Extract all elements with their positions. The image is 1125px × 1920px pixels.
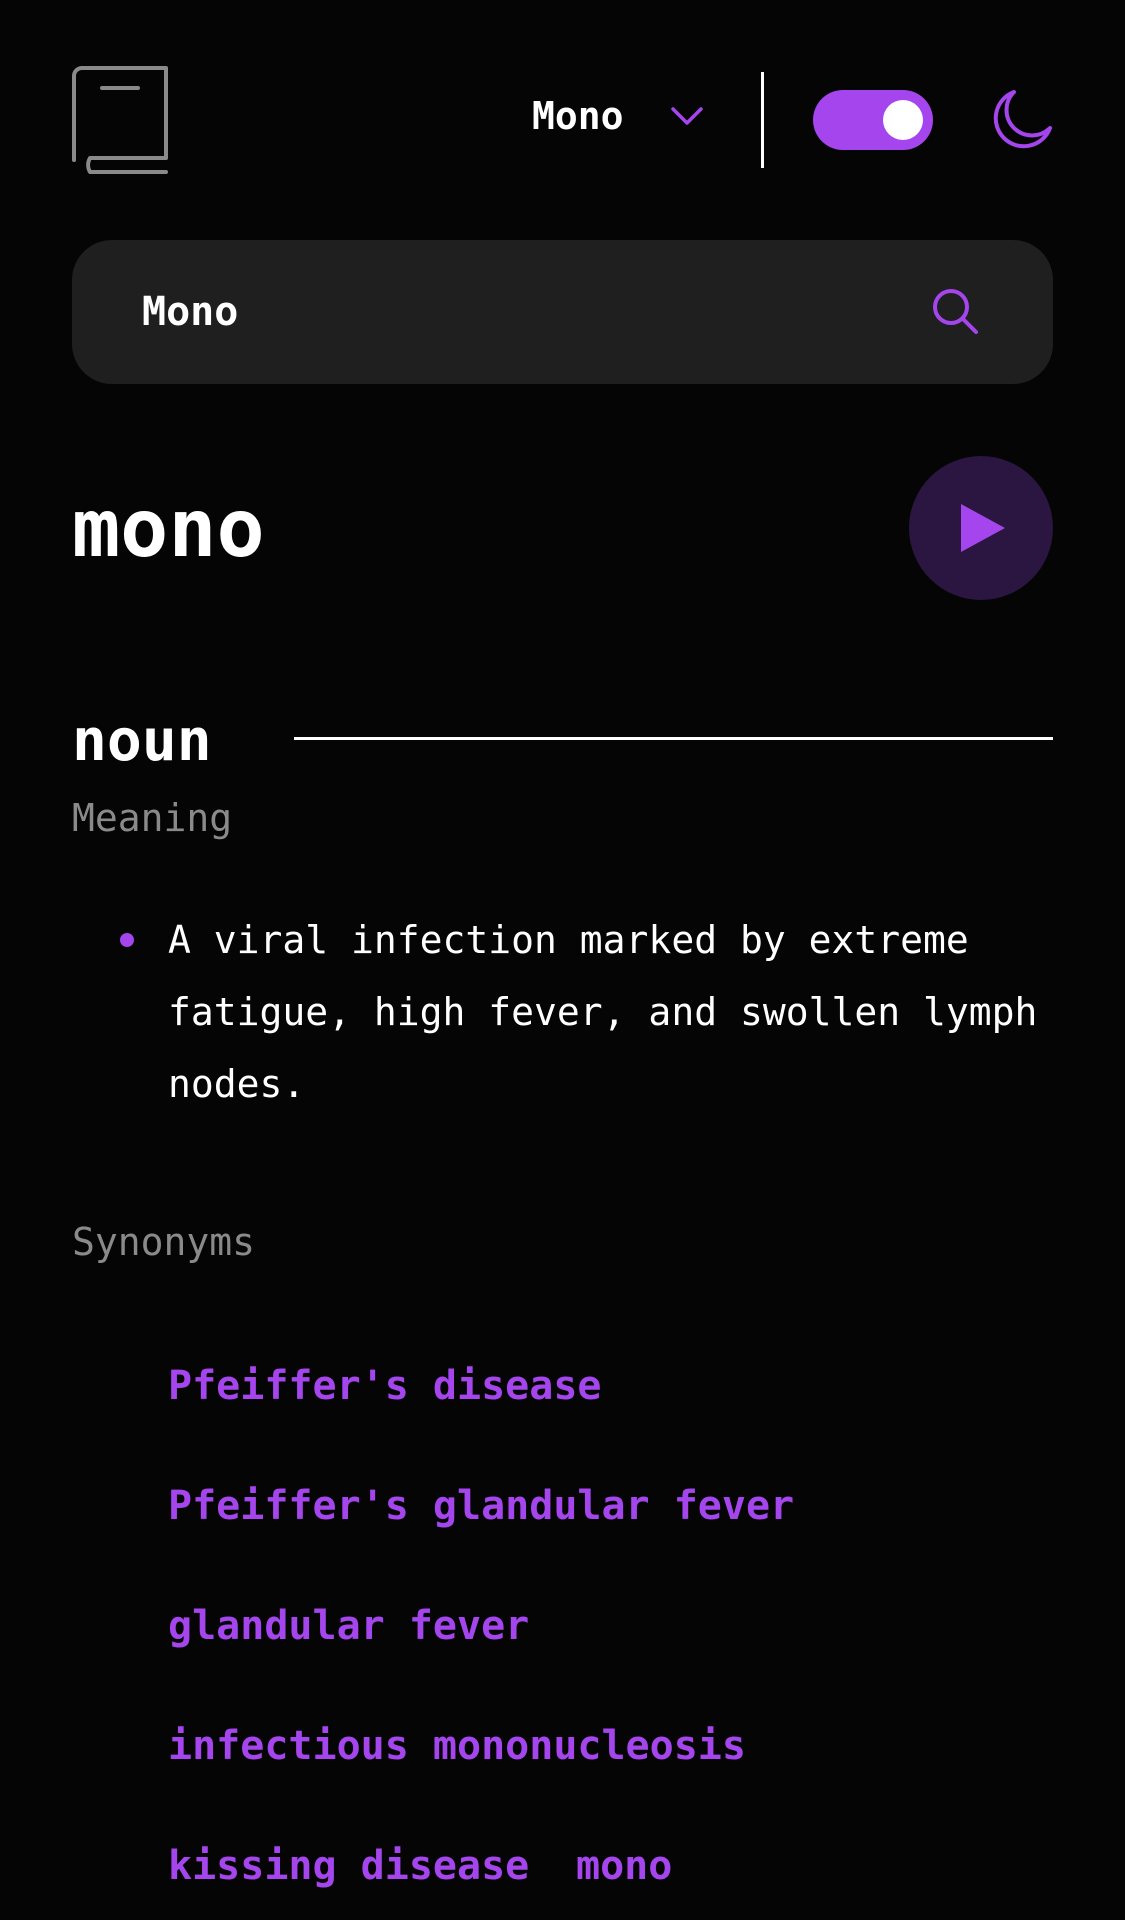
search-icon[interactable] bbox=[930, 286, 980, 336]
part-of-speech: noun bbox=[72, 706, 212, 774]
synonym-link[interactable]: glandular fever bbox=[168, 1598, 529, 1654]
header: Mono bbox=[72, 66, 1053, 174]
play-pronunciation-button[interactable] bbox=[909, 456, 1053, 600]
toggle-knob bbox=[883, 100, 923, 140]
font-select[interactable]: Mono bbox=[532, 86, 704, 146]
book-icon bbox=[72, 66, 168, 174]
definition-bullet bbox=[120, 933, 134, 947]
header-divider bbox=[761, 72, 764, 168]
font-select-value: Mono bbox=[532, 94, 624, 138]
theme-toggle[interactable] bbox=[813, 90, 933, 150]
synonyms-label: Synonyms bbox=[72, 1220, 256, 1264]
search-bar bbox=[72, 240, 1053, 384]
moon-icon[interactable] bbox=[990, 88, 1054, 152]
play-icon bbox=[961, 504, 1005, 552]
meaning-label: Meaning bbox=[72, 796, 233, 840]
synonym-link[interactable]: Pfeiffer's glandular fever bbox=[168, 1478, 794, 1534]
definition-text: A viral infection marked by extreme fati… bbox=[168, 918, 1038, 1106]
word-title: mono bbox=[72, 482, 265, 575]
part-of-speech-divider bbox=[294, 737, 1053, 740]
synonym-link[interactable]: infectious mononucleosis bbox=[168, 1718, 746, 1774]
synonym-link[interactable]: Pfeiffer's disease bbox=[168, 1358, 601, 1414]
search-input[interactable] bbox=[142, 240, 902, 384]
chevron-down-icon bbox=[670, 107, 703, 125]
synonym-link[interactable]: mono bbox=[576, 1838, 672, 1894]
synonym-link[interactable]: kissing disease bbox=[168, 1838, 529, 1894]
